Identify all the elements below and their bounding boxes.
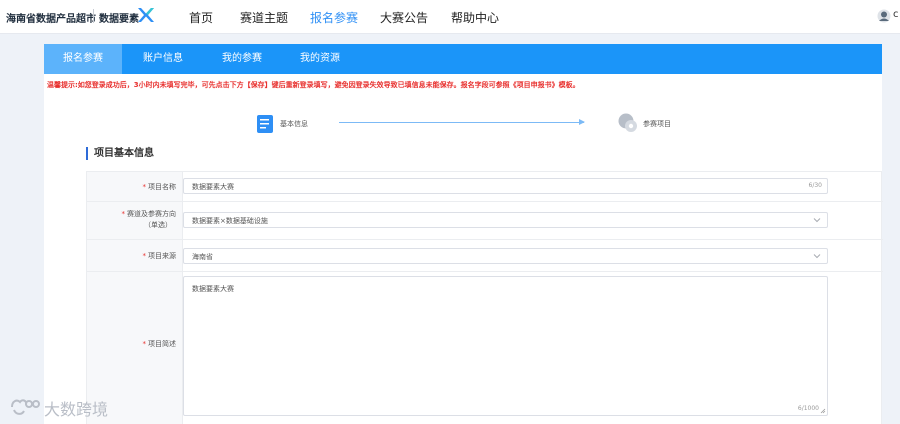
form-row-source: * 项目来源 海南省 [87,240,883,272]
description-label: * 项目简述 [142,340,177,348]
track-label: * 赛道及参赛方向 [121,210,177,218]
step-arrow-icon [579,119,585,125]
notice-text: 温馨提示:如您登录成功后，3小时内未填写完毕，可先点击下方【保存】键后重新登录填… [47,81,580,89]
watermark-logo-icon [11,399,40,415]
track-select[interactable]: 数据要素×数据基础设施 [183,212,828,228]
step-basic-info: 基本信息 [280,120,308,128]
site-brand-secondary[interactable]: 数据要素 [99,10,139,25]
section-title: 项目基本信息 [86,147,154,160]
step-project: 参赛项目 [643,120,671,128]
registration-card: 报名参赛 账户信息 我的参赛 我的资源 温馨提示:如您登录成功后，3小时内未填写… [44,44,883,424]
project-name-label: * 项目名称 [142,183,177,191]
tab-my-resources[interactable]: 我的资源 [290,44,350,74]
form-row-description: * 项目简述 数据要素大赛 6/1000 [87,272,883,424]
nav-help[interactable]: 帮助中心 [451,9,499,26]
gear-icon [618,113,637,132]
step-connector [339,122,584,123]
user-name[interactable]: c [893,9,899,20]
chevron-down-icon[interactable] [813,216,821,224]
description-textarea[interactable]: 数据要素大赛 6/1000 [183,276,828,416]
form-label-cell: * 赛道及参赛方向 （单选） [87,202,183,239]
avatar-icon[interactable] [877,9,891,23]
chevron-down-icon[interactable] [813,252,821,260]
project-name-value: 数据要素大赛 [192,183,234,191]
track-value: 数据要素×数据基础设施 [192,217,268,225]
sub-navigation: 报名参赛 账户信息 我的参赛 我的资源 [44,44,882,74]
project-name-counter: 6/30 [808,182,822,189]
track-label-note: （单选） [144,221,172,229]
top-header: 海南省数据产品超市 数据要素 首页 赛道主题 报名参赛 大赛公告 帮助中心 c [0,0,900,34]
form-label-cell: * 项目名称 [87,172,183,201]
nav-home[interactable]: 首页 [189,9,213,26]
brand-divider [93,9,94,23]
description-value: 数据要素大赛 [192,285,234,293]
source-value: 海南省 [192,253,213,261]
form-row-project-name: * 项目名称 数据要素大赛 6/30 [87,172,883,202]
nav-announcements[interactable]: 大赛公告 [380,9,428,26]
source-select[interactable]: 海南省 [183,248,828,264]
form-row-track: * 赛道及参赛方向 （单选） 数据要素×数据基础设施 [87,202,883,240]
site-brand[interactable]: 海南省数据产品超市 [6,10,96,25]
brand-x-logo-icon [138,8,154,22]
tab-account-info[interactable]: 账户信息 [136,44,190,74]
document-icon [257,115,273,133]
tab-my-entries[interactable]: 我的参赛 [212,44,272,74]
watermark-text: 大数跨境 [44,400,109,419]
project-name-input[interactable]: 数据要素大赛 6/30 [183,178,828,194]
resize-handle-icon[interactable] [820,408,826,414]
description-counter: 6/1000 [797,405,819,412]
project-form: * 项目名称 数据要素大赛 6/30 * 赛道及参赛方向 （单选） 数据要素×数据基… [86,171,883,424]
form-label-cell: * 项目来源 [87,240,183,271]
tab-register[interactable]: 报名参赛 [44,44,122,74]
nav-register[interactable]: 报名参赛 [310,9,358,26]
nav-tracks[interactable]: 赛道主题 [240,9,288,26]
source-label: * 项目来源 [142,252,177,260]
